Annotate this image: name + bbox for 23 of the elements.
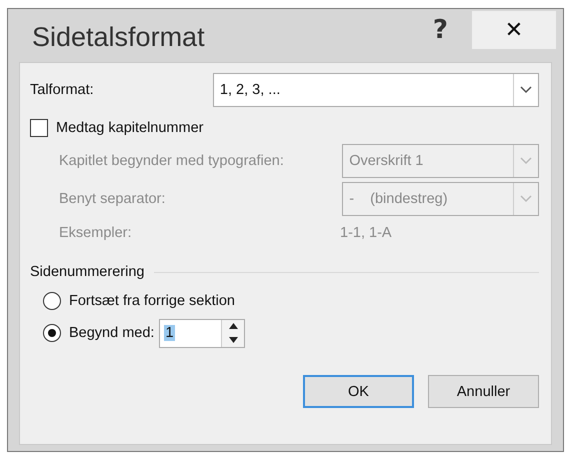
field-label: Kapitlet begynder med typografien: bbox=[59, 153, 285, 169]
field-label: Benyt separator: bbox=[59, 191, 166, 207]
group-heading: Sidenummerering bbox=[30, 264, 144, 280]
dialog-button[interactable]: OK bbox=[303, 375, 414, 408]
field-label: Talformat: bbox=[30, 82, 95, 98]
down-arrow-icon[interactable] bbox=[228, 336, 238, 343]
chevron-down-icon bbox=[520, 86, 532, 94]
number-format-dropdown[interactable]: 1, 2, 3, ... bbox=[212, 73, 539, 107]
chevron-down-icon bbox=[520, 195, 532, 203]
start-number-spinner[interactable]: 1 bbox=[159, 318, 246, 348]
close-button[interactable]: ✕ bbox=[472, 11, 556, 49]
checkbox[interactable] bbox=[30, 119, 48, 137]
radio-label[interactable]: Begynd med: bbox=[69, 325, 154, 341]
radio-button[interactable] bbox=[43, 292, 61, 310]
radio-label[interactable]: Fortsæt fra forrige sektion bbox=[69, 293, 235, 309]
example-text: 1-1, 1-A bbox=[340, 225, 392, 241]
help-button[interactable]: ? bbox=[426, 15, 454, 45]
up-arrow-icon[interactable] bbox=[228, 323, 238, 330]
checkbox-label[interactable]: Medtag kapitelnummer bbox=[56, 120, 204, 136]
window-title: Sidetalsformat bbox=[32, 22, 206, 53]
radio-button[interactable] bbox=[43, 324, 61, 342]
chevron-down-icon bbox=[520, 157, 532, 165]
dialog-button[interactable]: Annuller bbox=[428, 375, 539, 408]
